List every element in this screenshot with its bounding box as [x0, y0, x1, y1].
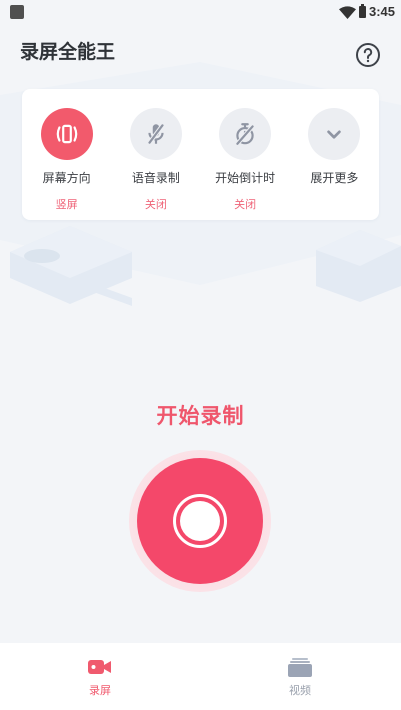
- video-library-icon: [288, 658, 312, 677]
- option-label: 屏幕方向: [42, 171, 91, 185]
- app-title: 录屏全能王: [20, 42, 116, 63]
- help-circle-icon[interactable]: [355, 42, 381, 68]
- option-countdown[interactable]: 开始倒计时 关闭: [201, 89, 290, 220]
- nav-label: 录屏: [89, 684, 111, 697]
- option-label: 展开更多: [310, 171, 359, 185]
- countdown-button[interactable]: [219, 108, 272, 160]
- expand-more-button[interactable]: [308, 108, 361, 160]
- nav-label: 视频: [289, 684, 311, 697]
- record-icon-dot: [180, 501, 220, 541]
- nav-tab-record[interactable]: 录屏: [0, 643, 200, 710]
- nav-tab-videos[interactable]: 视频: [200, 643, 400, 710]
- voice-recording-button[interactable]: [129, 108, 182, 160]
- option-value: 关闭: [144, 198, 167, 211]
- option-voice-recording[interactable]: 语音录制 关闭: [111, 89, 200, 220]
- option-value: 竖屏: [55, 198, 78, 211]
- chevron-down-icon: [327, 130, 342, 139]
- option-value: 关闭: [234, 198, 257, 211]
- status-time: 3:45: [369, 4, 396, 19]
- record-button[interactable]: [137, 458, 263, 584]
- battery-icon: [359, 4, 366, 18]
- option-expand-more[interactable]: 展开更多: [290, 89, 379, 220]
- mic-off-icon: [147, 124, 165, 144]
- bottom-nav: 录屏 视频: [0, 643, 401, 710]
- wifi-icon: [339, 6, 356, 19]
- timer-off-icon: [235, 123, 255, 146]
- screen-recorder-home: 3:45 录屏全能王 屏幕方向 竖屏 语音录制 关闭 开始倒计时 关闭 展开更多…: [0, 0, 401, 710]
- option-label: 语音录制: [131, 171, 180, 185]
- settings-card: 屏幕方向 竖屏 语音录制 关闭 开始倒计时 关闭 展开更多: [22, 89, 379, 220]
- video-camera-icon: [88, 660, 111, 674]
- option-label: 开始倒计时: [215, 171, 276, 185]
- screen-orientation-button[interactable]: [40, 108, 93, 160]
- start-recording-label: 开始录制: [156, 404, 245, 428]
- screen-rotation-icon: [56, 124, 77, 144]
- notification-icon: [10, 5, 24, 19]
- status-bar: 3:45: [0, 0, 401, 24]
- option-screen-orientation[interactable]: 屏幕方向 竖屏: [22, 89, 111, 220]
